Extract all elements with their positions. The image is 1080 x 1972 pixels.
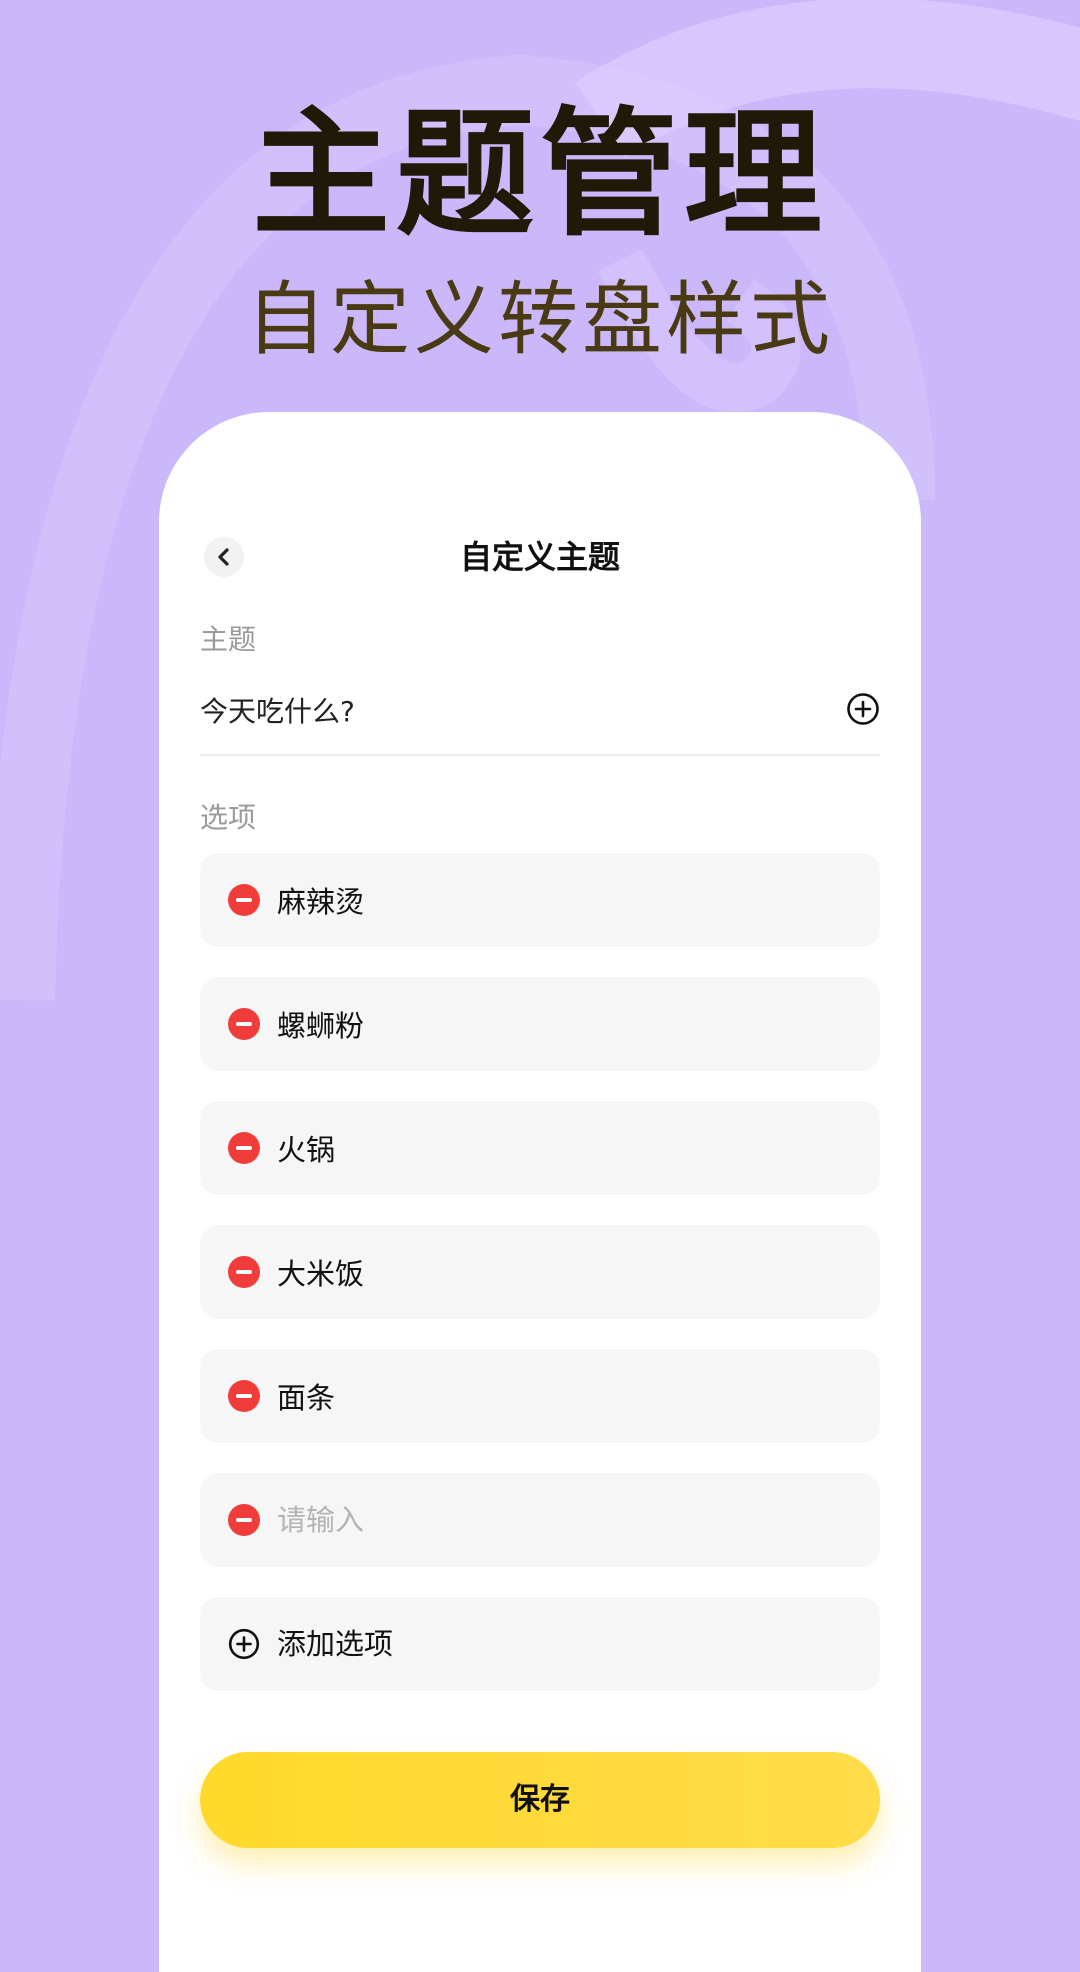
nav-bar: 自定义主题 [159, 522, 921, 592]
options-label: 选项 [200, 801, 257, 834]
plus-circle-icon[interactable] [846, 692, 880, 726]
option-input[interactable] [277, 1374, 837, 1418]
option-row [200, 1101, 880, 1195]
plus-circle-icon [228, 1628, 260, 1660]
option-row [200, 1349, 880, 1443]
hero-title: 主题管理 [251, 94, 828, 255]
theme-input[interactable] [200, 690, 800, 730]
page-title: 自定义主题 [459, 538, 620, 576]
option-input[interactable] [277, 1250, 837, 1294]
option-row [200, 1473, 880, 1567]
theme-label: 主题 [200, 623, 257, 656]
chevron-left-icon [218, 548, 229, 566]
option-input[interactable] [277, 878, 837, 922]
back-button[interactable] [204, 537, 244, 577]
save-button[interactable]: 保存 [200, 1752, 880, 1848]
theme-row [200, 674, 880, 756]
phone-screen: 自定义主题 主题 选项 [159, 412, 921, 1972]
minus-circle-icon[interactable] [228, 884, 260, 916]
minus-circle-icon[interactable] [228, 1504, 260, 1536]
hero-subtitle: 自定义转盘样式 [246, 273, 834, 366]
add-option-label: 添加选项 [277, 1627, 394, 1661]
minus-circle-icon[interactable] [228, 1256, 260, 1288]
add-option-button[interactable]: 添加选项 [200, 1597, 880, 1691]
option-input[interactable] [277, 1126, 837, 1170]
option-input[interactable] [277, 1498, 837, 1542]
option-row [200, 977, 880, 1071]
minus-circle-icon[interactable] [228, 1008, 260, 1040]
option-row [200, 1225, 880, 1319]
minus-circle-icon[interactable] [228, 1380, 260, 1412]
minus-circle-icon[interactable] [228, 1132, 260, 1164]
option-row [200, 853, 880, 947]
option-input[interactable] [277, 1002, 837, 1046]
